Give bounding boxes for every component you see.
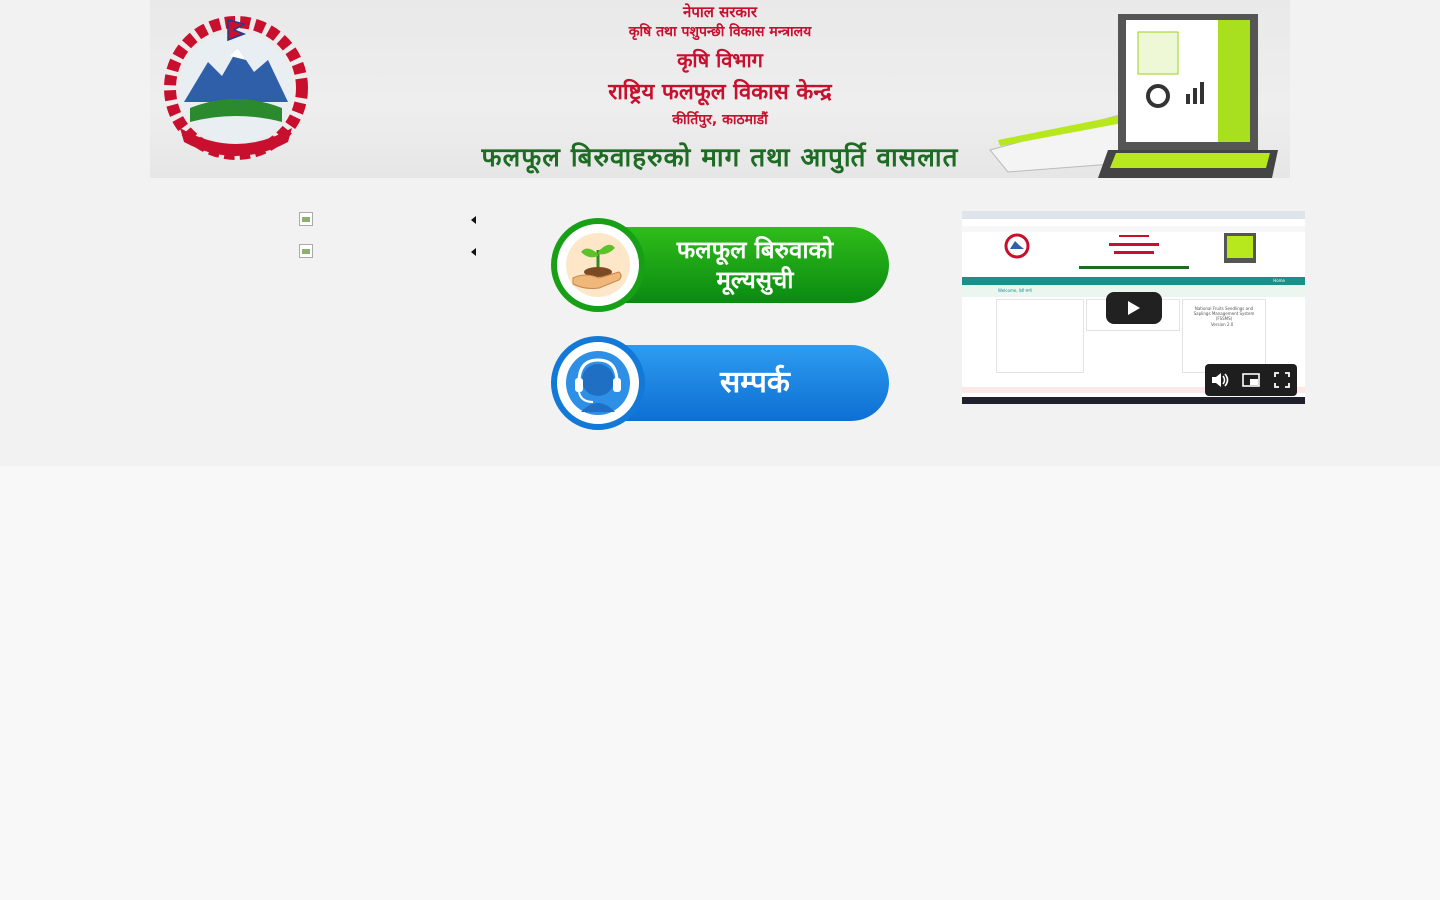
site-header: नेपाल सरकार कृषि तथा पशुपन्छी विकास मन्त… [150, 0, 1290, 178]
broken-image-icon[interactable] [299, 244, 313, 258]
browser-tabbar [962, 211, 1305, 219]
thumb-header-line [1108, 243, 1159, 246]
thumb-home-link: Home [1273, 278, 1285, 283]
browser-bookmarks [962, 226, 1305, 232]
play-button[interactable] [1106, 292, 1162, 324]
thumb-laptop-icon [1224, 233, 1256, 263]
caret-left-icon[interactable] [471, 248, 476, 256]
price-list-label: फलफूल बिरुवाको मूल्यसुची [621, 227, 889, 303]
thumb-navbar: Home [962, 277, 1305, 285]
thumb-card-left [996, 299, 1084, 373]
seedling-hand-icon [566, 233, 630, 297]
thumb-title-line [1078, 266, 1189, 269]
thumb-header-line [1113, 251, 1154, 254]
thumb-welcome-text: Welcome, देवी सर्मा [998, 288, 1032, 293]
headset-icon [566, 351, 630, 415]
sidebar-item[interactable] [299, 212, 479, 228]
fullscreen-icon[interactable] [1271, 369, 1293, 391]
thumb-system-title: National Fruits Seedlings and Saplings M… [1193, 306, 1255, 321]
miniplayer-icon[interactable] [1240, 369, 1262, 391]
youtube-video-embed[interactable]: Home Welcome, देवी सर्मा National Fruits… [962, 211, 1305, 404]
price-list-label-line1: फलफूल बिरुवाको [676, 236, 834, 264]
sidebar-item[interactable] [299, 244, 479, 260]
thumb-card-right: National Fruits Seedlings and Saplings M… [1182, 299, 1266, 373]
caret-left-icon[interactable] [471, 216, 476, 224]
thumb-version: Version 2.0 [1211, 322, 1234, 327]
thumb-taskbar [962, 397, 1305, 404]
contact-button[interactable]: सम्पर्क [551, 336, 891, 430]
price-list-icon-circle [551, 218, 645, 312]
laptop-chart-icon [989, 14, 1278, 178]
price-list-button[interactable]: फलफूल बिरुवाको मूल्यसुची [551, 218, 891, 312]
contact-label: सम्पर्क [621, 345, 889, 421]
price-list-label-line2: मूल्यसुची [716, 266, 794, 294]
contact-icon-circle [551, 336, 645, 430]
sidebar-links [299, 212, 479, 276]
volume-icon[interactable] [1209, 369, 1231, 391]
video-controls [1205, 364, 1297, 396]
broken-image-icon[interactable] [299, 212, 313, 226]
